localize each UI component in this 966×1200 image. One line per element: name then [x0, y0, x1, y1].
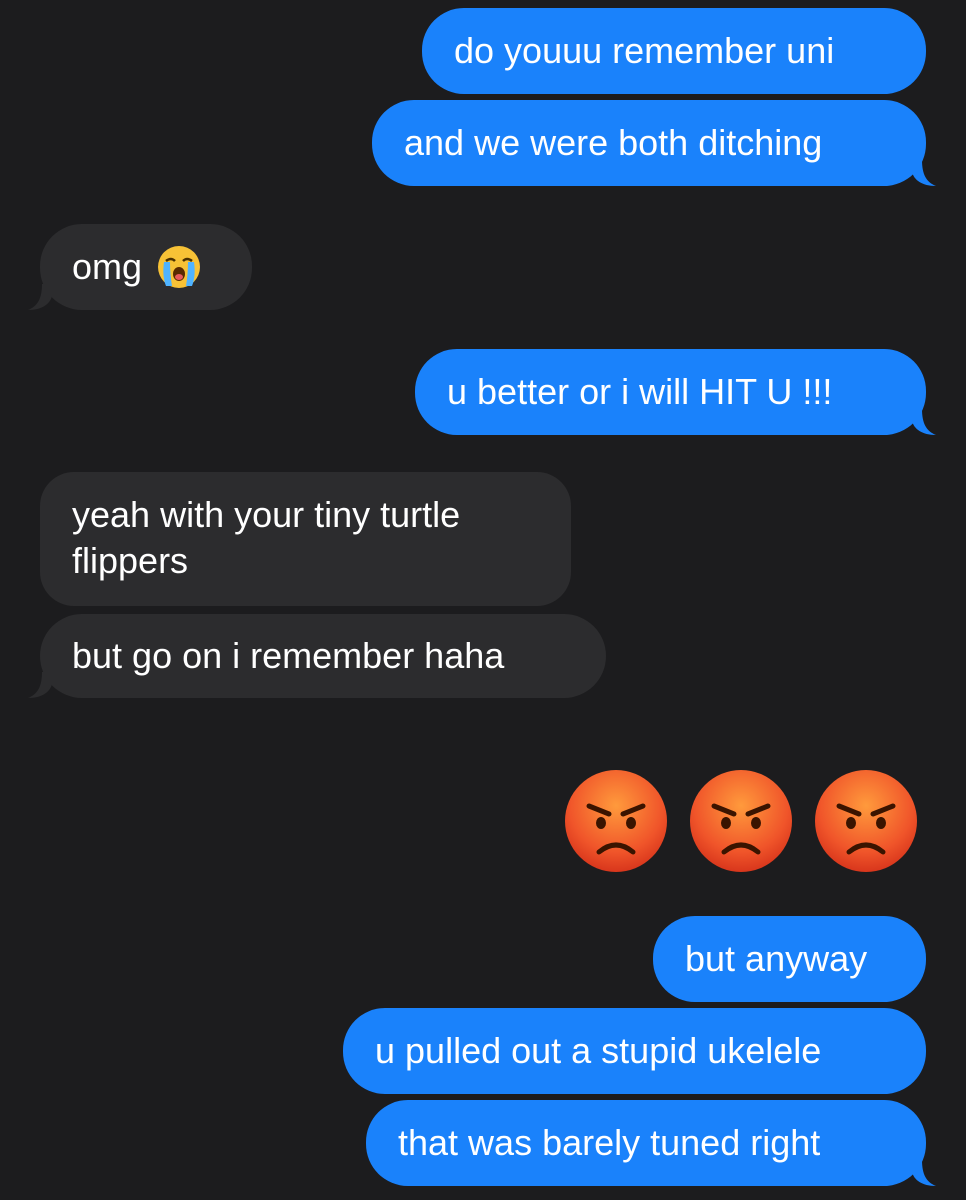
message-text-line: flippers: [72, 540, 189, 581]
message-text: do youuu remember uni: [454, 30, 835, 71]
message-text: u pulled out a stupid ukelele: [375, 1030, 822, 1071]
outgoing-bubble-tail: [912, 409, 936, 435]
incoming-message-bubble[interactable]: omg: [40, 224, 252, 310]
outgoing-message-bubble[interactable]: do youuu remember uni: [422, 8, 926, 94]
outgoing-message-bubble[interactable]: and we were both ditching: [372, 100, 926, 186]
pouting-face-icon[interactable]: [813, 768, 919, 874]
message-text: but go on i remember haha: [72, 635, 505, 676]
incoming-bubble-tail: [28, 284, 52, 310]
message-text: and we were both ditching: [404, 122, 823, 163]
incoming-message-bubble[interactable]: yeah with your tiny turtle flippers: [40, 472, 571, 606]
outgoing-bubble-tail: [912, 160, 936, 186]
message-text: omg: [72, 246, 143, 287]
outgoing-message-bubble[interactable]: that was barely tuned right: [366, 1100, 926, 1186]
message-text-line: yeah with your tiny turtle: [72, 494, 461, 535]
outgoing-bubble-tail: [912, 1160, 936, 1186]
pouting-face-icon[interactable]: [688, 768, 794, 874]
pouting-face-icon[interactable]: [563, 768, 669, 874]
message-text: but anyway: [685, 938, 868, 979]
message-text: u better or i will HIT U !!!: [447, 371, 833, 412]
incoming-message-bubble[interactable]: but go on i remember haha: [40, 614, 606, 698]
message-text: that was barely tuned right: [398, 1122, 821, 1163]
outgoing-message-bubble[interactable]: u pulled out a stupid ukelele: [343, 1008, 926, 1094]
incoming-bubble-tail: [28, 672, 52, 698]
outgoing-message-bubble[interactable]: but anyway: [653, 916, 926, 1002]
outgoing-message-bubble[interactable]: u better or i will HIT U !!!: [415, 349, 926, 435]
message-thread: do youuu remember uni and we were both d…: [0, 0, 966, 1200]
loudly-crying-face-icon: [158, 246, 201, 288]
